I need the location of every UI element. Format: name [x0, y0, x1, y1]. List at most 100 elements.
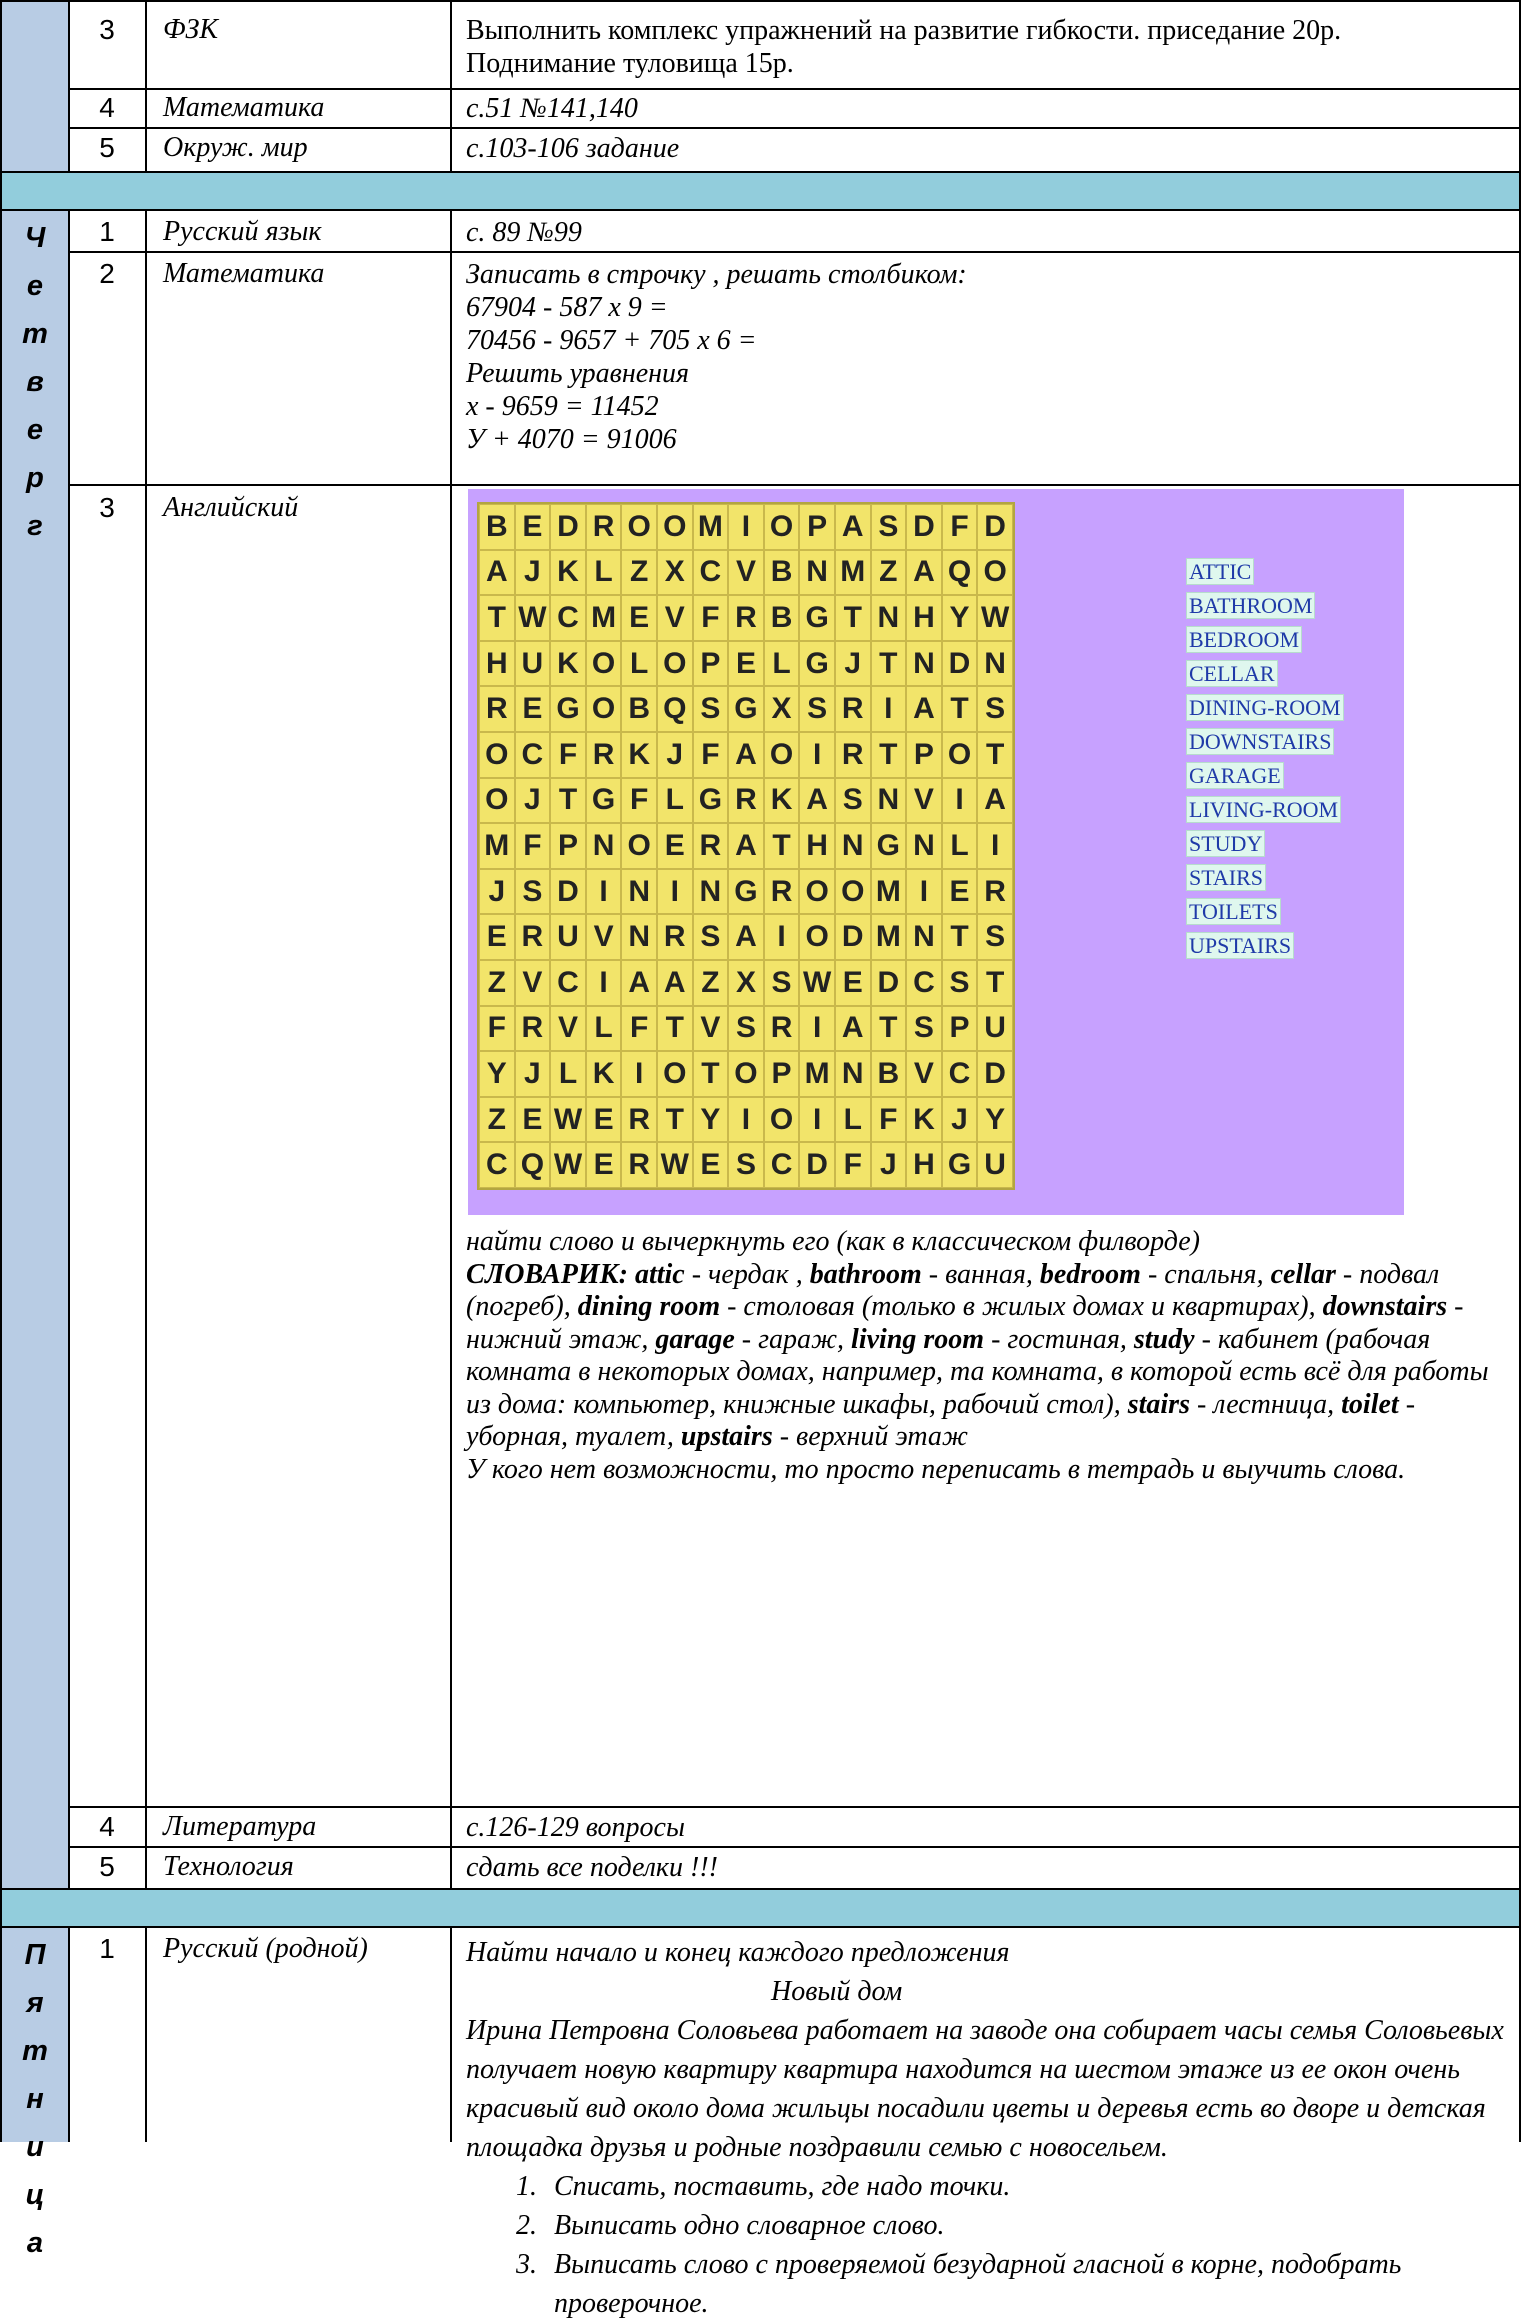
- word-search-letter: I: [585, 868, 622, 915]
- word-search-letter: I: [621, 1051, 657, 1097]
- word-search-letter: P: [763, 1051, 800, 1097]
- word-search-letter: S: [799, 686, 835, 732]
- vocabulary-list: СЛОВАРИК: attic - чердак , bathroom - ва…: [466, 1259, 1506, 1454]
- word-search-letter: V: [585, 914, 622, 960]
- word-search-letter: A: [728, 731, 764, 778]
- word-search-letter: E: [514, 1096, 551, 1143]
- word-search-word: STAIRS: [1186, 864, 1267, 891]
- word-search-letter: X: [728, 959, 764, 1006]
- word-search-letter: N: [906, 914, 942, 960]
- word-search-word: DOWNSTAIRS: [1186, 728, 1335, 755]
- word-search-letter: O: [834, 868, 871, 915]
- word-search-letter: A: [656, 959, 693, 1006]
- word-search-letter: S: [977, 686, 1013, 732]
- word-search-letter: G: [870, 823, 907, 869]
- word-search-letter: Z: [870, 549, 907, 596]
- word-search-letter: U: [550, 914, 586, 960]
- word-search-letter: H: [799, 823, 835, 869]
- word-search-letter: O: [585, 640, 622, 687]
- word-search-letter: N: [585, 823, 622, 869]
- word-search-letter: C: [550, 595, 586, 641]
- word-search-letter: T: [870, 1005, 907, 1052]
- word-search-letter: M: [870, 914, 907, 960]
- word-search-letter: R: [728, 777, 764, 824]
- word-search-letter: J: [941, 1096, 978, 1143]
- day-name-friday: П я т н и ц а: [22, 1939, 48, 2259]
- word-search-letter: Y: [941, 595, 978, 641]
- word-search-letter: O: [621, 823, 657, 869]
- lesson-subject: Математика: [163, 258, 325, 289]
- word-search-letter: O: [799, 868, 835, 915]
- vocabulary-translation: - спальня,: [1140, 1258, 1271, 1290]
- word-search-letter: K: [585, 1051, 622, 1097]
- word-search-letter: Q: [941, 549, 978, 596]
- vocabulary-translation: - гостиная,: [984, 1323, 1134, 1355]
- word-search-letter: H: [906, 1142, 942, 1188]
- word-search-letter: K: [550, 549, 586, 596]
- word-search-letter: N: [834, 823, 871, 869]
- vocabulary-word: garage: [655, 1323, 735, 1355]
- word-search-letter: B: [870, 1051, 907, 1097]
- word-search-letter: O: [763, 731, 800, 778]
- word-search-letter: I: [977, 823, 1013, 869]
- word-search-letter: W: [550, 1142, 586, 1188]
- word-search-letter: I: [870, 686, 907, 732]
- word-search-letter: V: [906, 1051, 942, 1097]
- vocabulary-word: bathroom: [809, 1258, 922, 1290]
- word-search-letter: B: [763, 549, 800, 596]
- lesson-subject: Русский (родной): [163, 1933, 368, 1964]
- lesson-task: с.51 №141,140: [466, 93, 638, 124]
- vocabulary-translation: - чердак ,: [684, 1258, 810, 1290]
- word-search-letter: I: [941, 777, 978, 824]
- lesson-task: с.126-129 вопросы: [466, 1812, 685, 1843]
- word-search-letter: F: [621, 1005, 657, 1052]
- word-search-letter: M: [799, 1051, 835, 1097]
- word-search-letter: O: [479, 731, 515, 778]
- word-search-letter: V: [692, 1005, 729, 1052]
- word-search-letter: O: [585, 686, 622, 732]
- word-search-letter: B: [763, 595, 800, 641]
- word-search-letter: I: [728, 504, 764, 550]
- word-search-letter: X: [656, 549, 693, 596]
- lesson-task: с.103-106 задание: [466, 133, 680, 164]
- word-search-letter: D: [799, 1142, 835, 1188]
- word-search-letter: Q: [656, 686, 693, 732]
- word-search-letter: T: [834, 595, 871, 641]
- word-search-letter: O: [763, 1096, 800, 1143]
- word-search-letter: F: [550, 731, 586, 778]
- word-search-letter: D: [941, 640, 978, 687]
- word-search-letter: O: [479, 777, 515, 824]
- word-search-letter: W: [514, 595, 551, 641]
- word-search-letter: E: [621, 595, 657, 641]
- word-search-letter: S: [763, 959, 800, 1006]
- story-title: Новый дом: [771, 1976, 903, 2007]
- word-search-letter: E: [585, 1142, 622, 1188]
- word-search-letter: U: [977, 1005, 1013, 1052]
- word-search-letter: J: [479, 868, 515, 915]
- word-search-letter: R: [514, 914, 551, 960]
- word-search-letter: P: [799, 504, 835, 550]
- word-search-letter: L: [941, 823, 978, 869]
- lesson-subject: Литература: [163, 1811, 317, 1842]
- word-search-word: BATHROOM: [1186, 592, 1316, 619]
- word-search-letter: D: [550, 868, 586, 915]
- lesson-subject: ФЗК: [163, 14, 218, 45]
- word-search-letter: E: [834, 959, 871, 1006]
- word-search-letter: C: [941, 1051, 978, 1097]
- vocabulary-translation: - гараж,: [734, 1323, 852, 1355]
- vocabulary-word: toilet: [1341, 1388, 1399, 1420]
- word-search-letter: V: [514, 959, 551, 1006]
- word-search-letter: S: [941, 959, 978, 1006]
- word-search-letter: G: [728, 868, 764, 915]
- word-search-letter: O: [656, 504, 693, 550]
- word-search-letter: N: [834, 1051, 871, 1097]
- word-search-letter: D: [834, 914, 871, 960]
- word-search-letter: T: [870, 640, 907, 687]
- word-search-letter: R: [514, 1005, 551, 1052]
- word-search-letter: R: [692, 823, 729, 869]
- word-search-letter: G: [799, 595, 835, 641]
- word-search-letter: O: [977, 549, 1013, 596]
- word-search-letter: I: [728, 1096, 764, 1143]
- word-search-letter: F: [514, 823, 551, 869]
- word-search-letter: E: [585, 1096, 622, 1143]
